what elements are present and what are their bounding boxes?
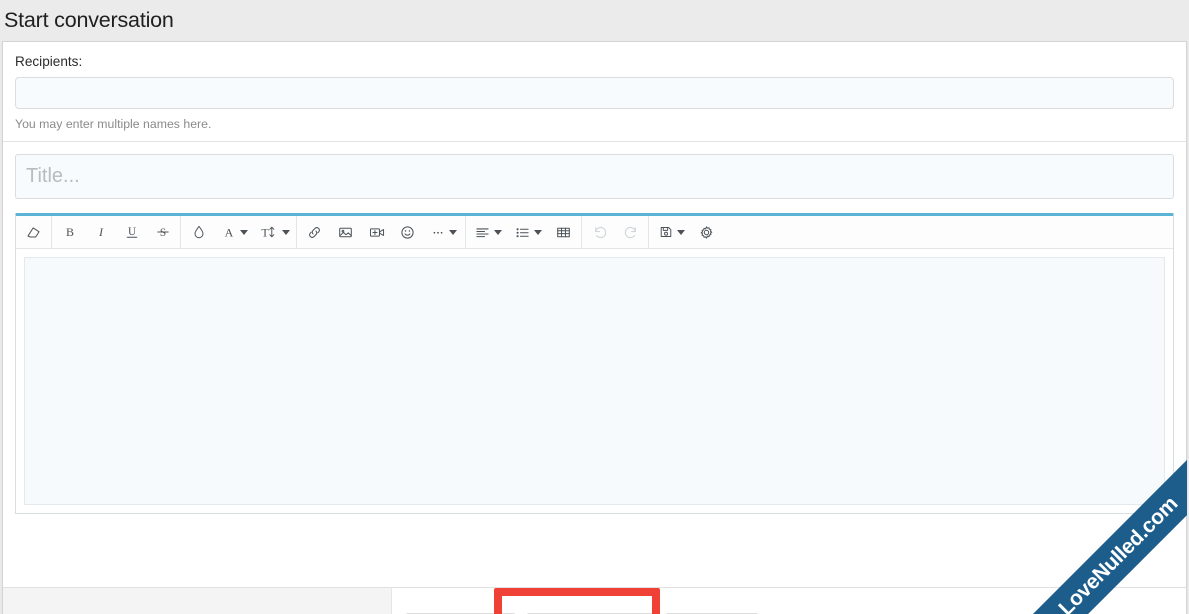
undo-icon [584, 217, 615, 248]
bold-icon[interactable]: B [54, 217, 85, 248]
footer-action-buttons: Attach filesUpload imagePreview [392, 588, 1186, 614]
drop-color-icon[interactable] [183, 217, 214, 248]
svg-text:T: T [261, 225, 269, 239]
editor-body[interactable] [24, 257, 1165, 505]
save-draft-icon[interactable] [651, 217, 691, 248]
strikethrough-icon[interactable]: S [147, 217, 178, 248]
history-group [582, 216, 649, 248]
page-header: Start conversation [0, 0, 1189, 41]
align-icon[interactable] [468, 217, 508, 248]
recipients-label: Recipients: [15, 54, 83, 69]
chevron-down-icon [281, 229, 290, 235]
svg-text:B: B [65, 225, 73, 239]
insert-group [297, 216, 466, 248]
color-font-group: AT [181, 216, 297, 248]
svg-text:I: I [98, 225, 104, 239]
underline-icon[interactable]: U [116, 217, 147, 248]
footer-left-spacer [3, 588, 392, 614]
image-icon[interactable] [330, 217, 361, 248]
svg-text:S: S [159, 227, 165, 239]
chevron-down-icon [494, 229, 502, 235]
rich-text-editor: BIUSAT [15, 213, 1174, 514]
table-icon[interactable] [548, 217, 579, 248]
editor-toolbar: BIUSAT [16, 216, 1173, 249]
recipients-hint: You may enter multiple names here. [15, 117, 212, 131]
svg-text:U: U [127, 226, 135, 238]
page-title: Start conversation [4, 7, 174, 32]
title-field-row [3, 142, 1186, 213]
redo-icon [615, 217, 646, 248]
italic-icon[interactable]: I [85, 217, 116, 248]
video-icon[interactable] [361, 217, 392, 248]
paragraph-group [466, 216, 582, 248]
more-options-icon[interactable] [423, 217, 463, 248]
chevron-down-icon [676, 229, 685, 235]
start-conversation-form: Recipients: You may enter multiple names… [2, 41, 1187, 614]
font-family-icon[interactable]: A [214, 217, 254, 248]
emoji-icon[interactable] [392, 217, 423, 248]
chevron-down-icon [239, 229, 248, 235]
draft-group [649, 216, 724, 248]
inline-style-group: BIUS [52, 216, 181, 248]
recipients-input[interactable] [15, 77, 1174, 109]
editor-settings-icon[interactable] [691, 217, 722, 248]
font-size-icon[interactable]: T [254, 217, 294, 248]
recipients-field-row: Recipients: You may enter multiple names… [3, 42, 1186, 142]
chevron-down-icon [448, 229, 457, 235]
editor-footer-bar: Attach filesUpload imagePreview [3, 587, 1186, 614]
svg-text:A: A [224, 225, 233, 239]
chevron-down-icon [534, 229, 542, 235]
title-input[interactable] [15, 154, 1174, 199]
list-icon[interactable] [508, 217, 548, 248]
link-icon[interactable] [299, 217, 330, 248]
remove-formatting-icon[interactable] [18, 217, 49, 248]
clear-group [16, 216, 52, 248]
